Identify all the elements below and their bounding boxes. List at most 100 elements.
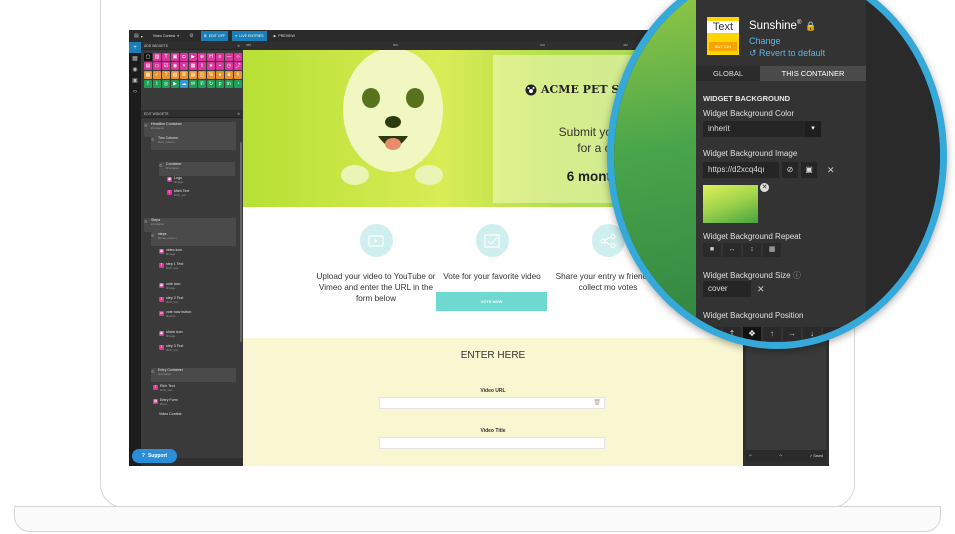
widget-tree-scrollbar[interactable] [240,142,242,342]
edit-off-button[interactable]: ⚙ EDIT OFF [200,31,229,41]
email-widget-icon[interactable]: ✉ [189,80,197,88]
center-move-icon[interactable]: ✥ [743,327,761,341]
remove-image-icon[interactable]: ✕ [760,183,769,192]
tree-node[interactable]: ⚙ Headline Container #container [144,122,236,137]
rss-widget-icon[interactable]: ◔ [234,80,242,88]
image-picker-icon[interactable]: ▣ [801,162,817,178]
close-icon[interactable]: ✕ [237,44,240,48]
close-icon[interactable]: ✕ [237,112,240,116]
tree-node[interactable]: ⚙ Steps #container [144,218,236,232]
gallery-widget-icon[interactable]: ▦ [144,71,152,79]
html-widget-icon[interactable]: ‹› [234,53,242,61]
checkbox-widget-icon[interactable]: ☑ [162,62,170,70]
tree-node[interactable]: ⚙ Two Column #two_column [151,136,236,150]
tab-global[interactable]: GLOBAL [696,66,760,81]
divider-widget-icon[interactable]: — [225,53,233,61]
preview-button[interactable]: ▶ PREVIEW [271,31,298,41]
pinterest-widget-icon[interactable]: p [216,80,224,88]
referral-widget-icon[interactable]: ↻ [207,80,215,88]
bg-size-input[interactable]: cover [703,281,751,297]
close-icon[interactable]: ✕ [827,165,835,176]
bg-color-input[interactable]: inherit [703,121,805,137]
arrow-right-icon[interactable]: → [783,327,801,341]
timer-widget-icon[interactable]: ◷ [225,62,233,70]
text-widget-icon[interactable]: T [162,53,170,61]
tree-node[interactable]: ▣ share icon #image [159,330,229,342]
settings-button[interactable]: ⚙ [186,31,196,41]
twitter-widget-icon[interactable]: t [153,80,161,88]
tree-node[interactable]: ▤ Entry Form #form [153,398,229,410]
prize-widget-icon[interactable]: ♦ [216,71,224,79]
step-1[interactable]: Upload your video to YouTube or Vimeo an… [316,210,436,304]
coupon-widget-icon[interactable]: % [207,71,215,79]
rating-widget-icon[interactable]: ★ [207,62,215,70]
feed-widget-icon[interactable]: ◫ [198,71,206,79]
tree-node[interactable]: ⚙ steps #three_column [151,232,236,246]
counter-widget-icon[interactable]: # [234,71,242,79]
layers-tab[interactable]: ▦ [129,53,141,64]
top-icon[interactable]: ↥ [723,327,741,341]
tree-node[interactable]: T Main Text #rich_text [167,189,233,201]
repeat-all-icon[interactable]: ▦ [763,243,781,257]
arrow-up-icon[interactable]: ↑ [763,327,781,341]
tree-node[interactable]: ▣ Logo #image [167,176,233,188]
video-url-input[interactable]: 🗑 [379,397,605,409]
trash-icon[interactable]: 🗑 [593,399,601,406]
tree-node[interactable]: ◘ vote now button #button [159,310,229,322]
input-widget-icon[interactable]: ▭ [153,62,161,70]
instagram-widget-icon[interactable]: ◎ [162,80,170,88]
tree-node[interactable]: Tstep 1 Text #rich_text [159,262,229,274]
contest-selector[interactable]: Video Contest ▾ [150,31,182,41]
link-widget-icon[interactable]: ⊕ [198,53,206,61]
undo-icon[interactable]: ↶ [749,454,752,458]
linkedin-widget-icon[interactable]: in [225,80,233,88]
tree-node[interactable]: ▣ vote icon #image [159,282,229,294]
repeat-y-icon[interactable]: ↕ [743,243,761,257]
form-widget-icon[interactable]: ▤ [144,62,152,70]
container-widget-icon[interactable]: ▢ [144,53,152,61]
clear-image-icon[interactable]: ⊘ [782,162,798,178]
no-position-icon[interactable]: ⊘ [703,327,721,341]
poll-widget-icon[interactable]: ▥ [171,71,179,79]
map-widget-icon[interactable]: ⌖ [216,62,224,70]
tree-node[interactable]: Tstep 2 Text #rich_text [159,296,229,308]
no-repeat-icon[interactable]: ■ [703,243,721,257]
date-widget-icon[interactable]: ▦ [189,62,197,70]
columns-widget-icon[interactable]: ▥ [153,53,161,61]
app-menu[interactable]: ▤ ▾ [131,31,146,41]
leaderboard-widget-icon[interactable]: ≣ [180,71,188,79]
radio-widget-icon[interactable]: ◉ [171,62,179,70]
code-tab[interactable]: ‹› [129,86,141,97]
entries-widget-icon[interactable]: ▤ [189,71,197,79]
select-widget-icon[interactable]: ▾ [180,62,188,70]
button-widget-icon[interactable]: ◘ [180,53,188,61]
help-icon[interactable]: ⓘ [793,271,801,280]
upload-widget-icon[interactable]: ⇪ [198,62,206,70]
live-entries-button[interactable]: ≡ LIVE ENTRIES [232,31,267,41]
tree-node[interactable]: Video Contest [159,412,229,424]
vote-widget-icon[interactable]: ✓ [153,71,161,79]
youtube-widget-icon[interactable]: ▶ [171,80,179,88]
theme-thumbnail[interactable]: Text BUTTON [707,17,739,55]
revert-link[interactable]: ↺ Revert to default [749,48,825,59]
video-title-input[interactable] [379,437,605,449]
add-widgets-tab[interactable]: + [129,42,141,53]
arrow-left-icon[interactable]: ← [823,327,841,341]
image-widget-icon[interactable]: ▣ [171,53,179,61]
support-button[interactable]: ? Support [132,449,177,463]
vote-now-button[interactable]: VOTE NOW [436,292,547,311]
redo-icon[interactable]: ↷ [779,454,782,458]
arrow-down-icon[interactable]: ↓ [803,327,821,341]
tree-node[interactable]: T Rich Text #rich_text [153,384,229,396]
bg-image-input[interactable]: https://d2xcq4qı [703,162,779,178]
tree-node[interactable]: Tstep 3 Text #rich_text [159,344,229,356]
step-2[interactable]: Vote for your favorite video [432,210,552,282]
tree-node[interactable]: ⚙ Container #container [159,162,235,176]
winner-widget-icon[interactable]: ♛ [225,71,233,79]
tree-node[interactable]: ▣ video icon #image [159,248,229,260]
view-tab[interactable]: ◉ [129,64,141,75]
change-theme-link[interactable]: Change [749,36,781,46]
repeat-x-icon[interactable]: ↔ [723,243,741,257]
quiz-widget-icon[interactable]: ? [162,71,170,79]
tab-this-container[interactable]: THIS CONTAINER [760,66,866,81]
